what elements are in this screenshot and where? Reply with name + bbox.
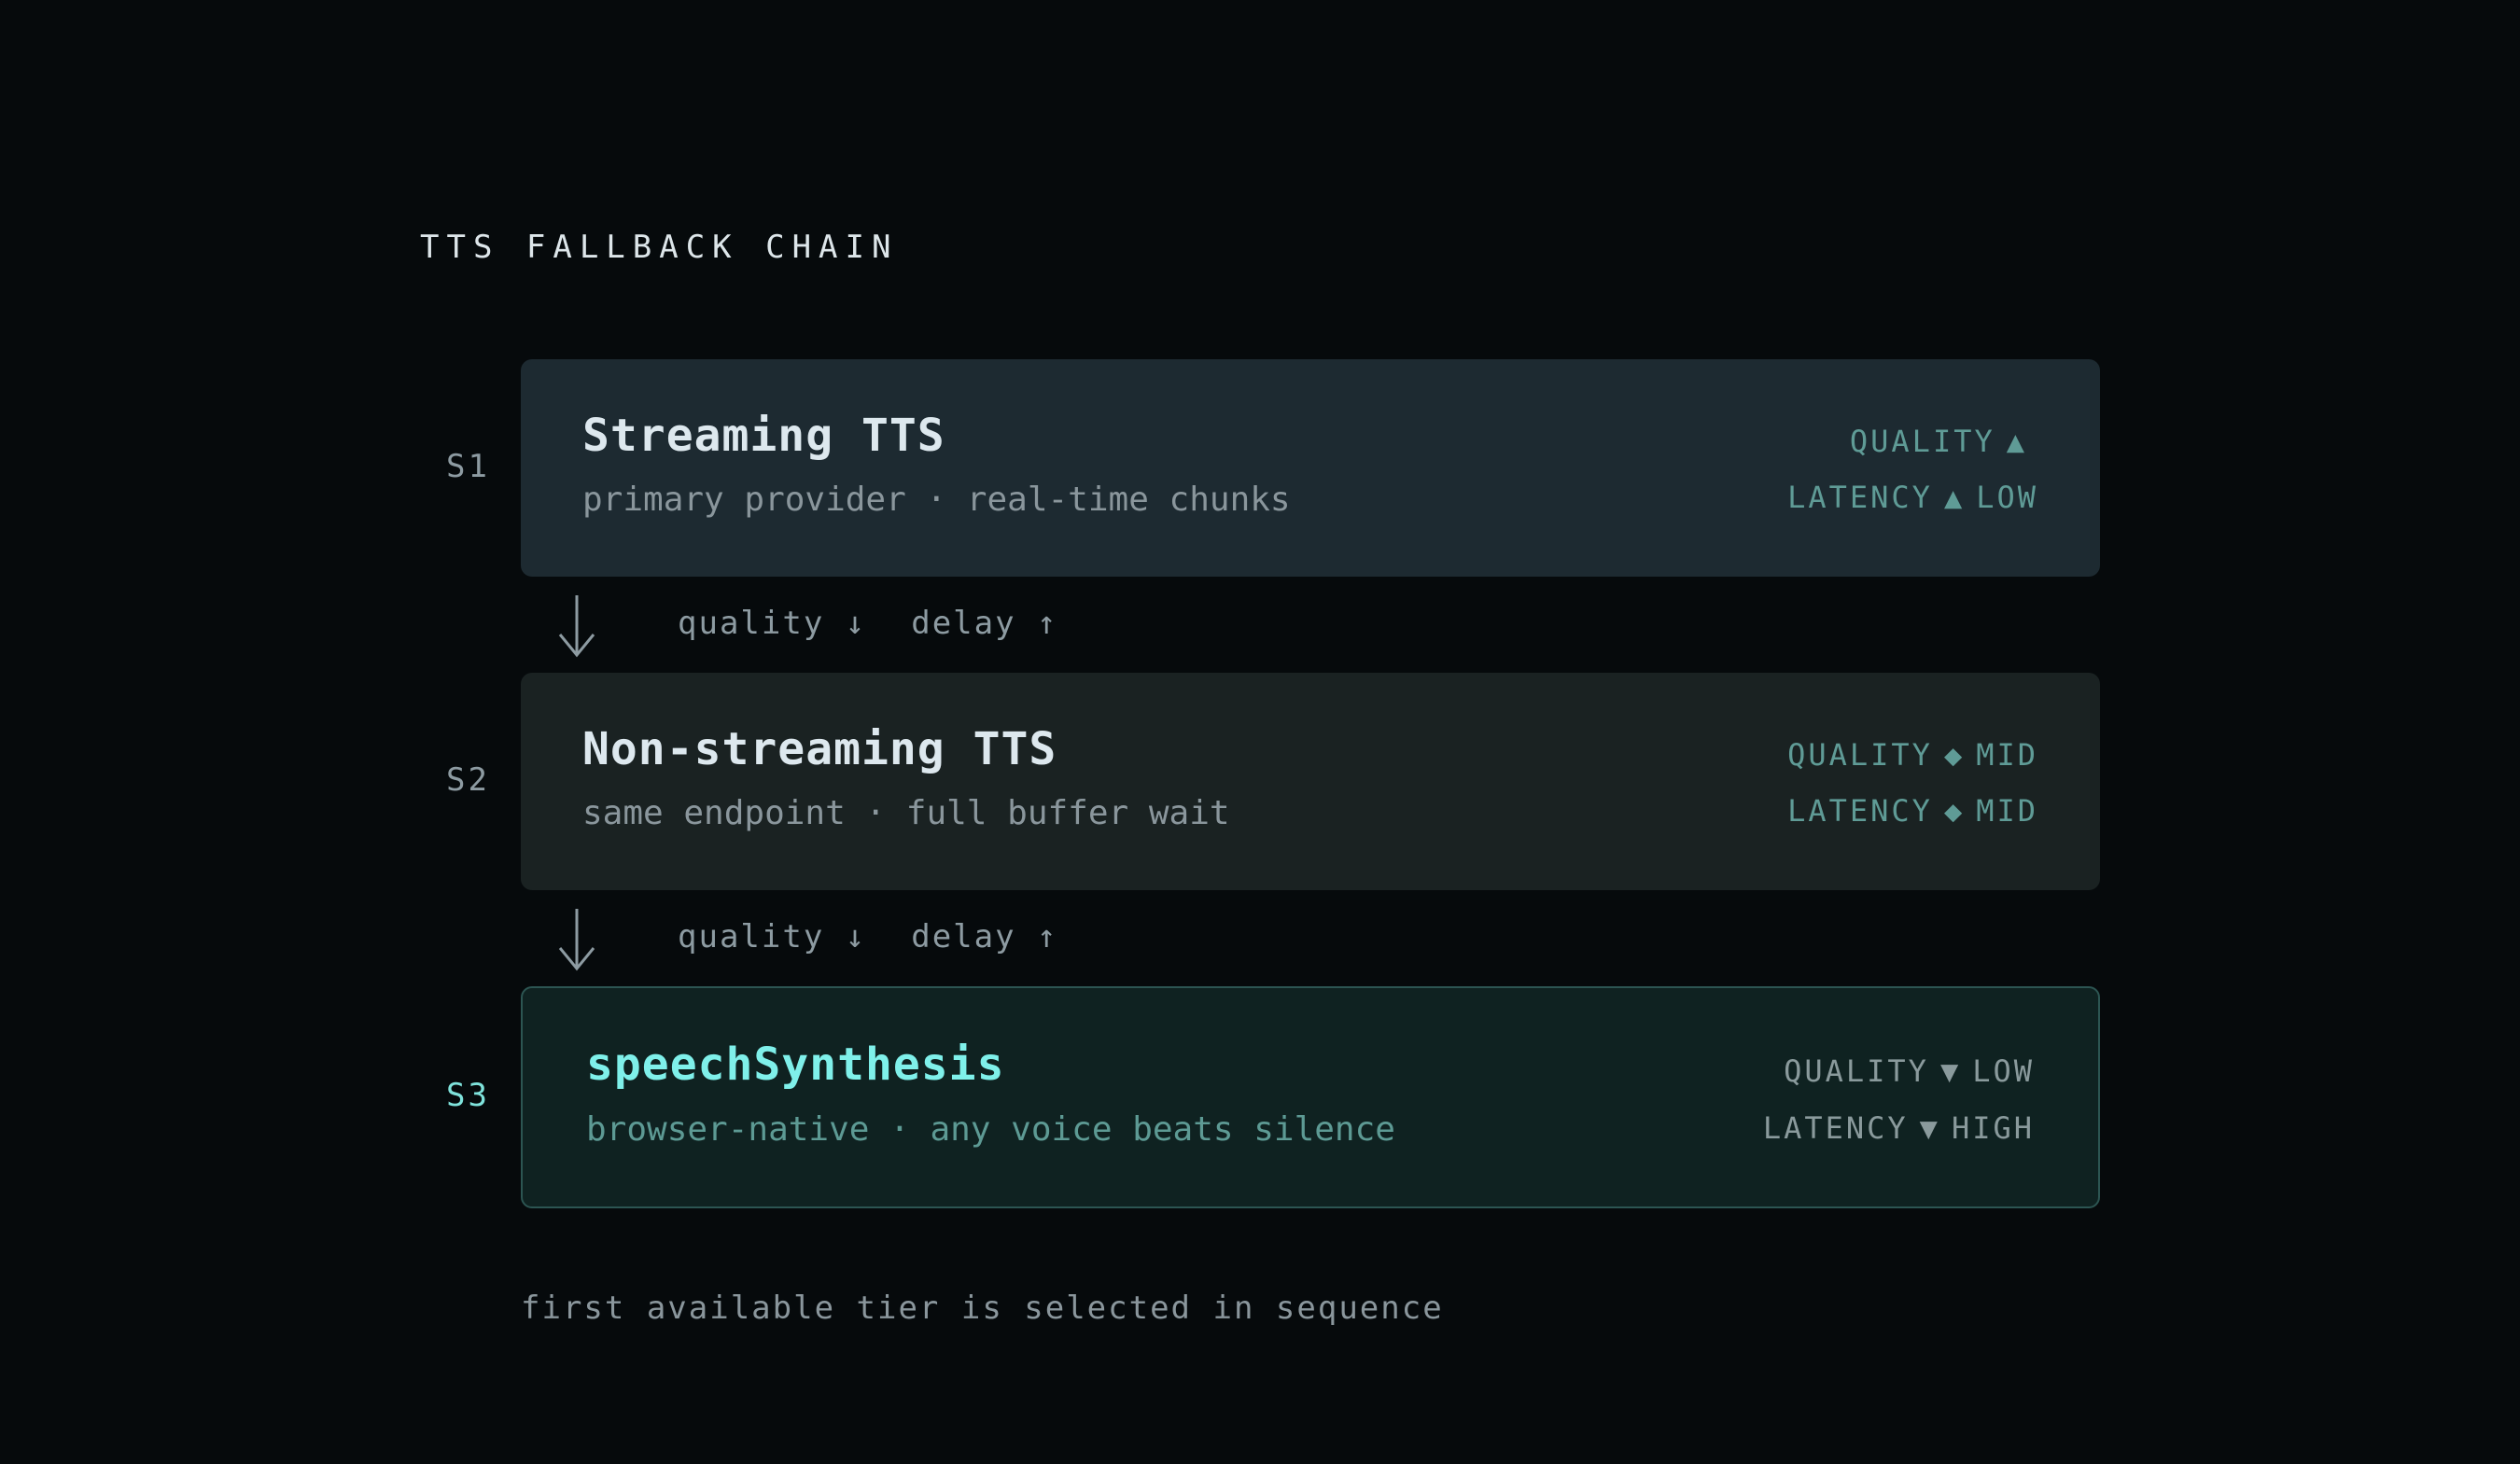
latency-metric: LATENCY ▲ LOW xyxy=(1787,479,2038,516)
transition-label-2: quality ↓ delay ↑ xyxy=(678,918,1058,955)
down-triangle-icon: ▼ xyxy=(1919,1110,1940,1146)
quality-metric: QUALITY ▲ xyxy=(1850,423,2038,460)
latency-value: LOW xyxy=(1976,480,2038,515)
quality-change: quality ↓ xyxy=(678,918,867,955)
quality-label: QUALITY xyxy=(1784,1053,1929,1089)
quality-metric: QUALITY ◆ MID xyxy=(1787,736,2038,774)
step-label-s3: S3 xyxy=(446,1077,490,1114)
latency-label: LATENCY xyxy=(1762,1110,1909,1146)
step-label-s2: S2 xyxy=(446,761,490,799)
latency-metric: LATENCY ◆ MID xyxy=(1787,792,2038,830)
tier-subtitle: primary provider · real-time chunks xyxy=(582,481,1291,519)
step-label-s1: S1 xyxy=(446,448,490,485)
latency-value: MID xyxy=(1976,793,2038,829)
up-triangle-icon: ▲ xyxy=(2006,424,2027,459)
latency-metric: LATENCY ▼ HIGH xyxy=(1763,1109,2035,1147)
quality-metric: QUALITY ▼ LOW xyxy=(1784,1053,2035,1090)
delay-change: delay ↑ xyxy=(911,605,1058,642)
tier-title: speechSynthesis xyxy=(586,1039,1005,1091)
up-triangle-icon: ▲ xyxy=(1943,480,1966,515)
quality-label: QUALITY xyxy=(1849,424,1995,459)
footer-note: first available tier is selected in sequ… xyxy=(521,1290,1444,1327)
diamond-icon: ◆ xyxy=(1943,793,1966,829)
down-triangle-icon: ▼ xyxy=(1939,1053,1962,1089)
tier-subtitle: same endpoint · full buffer wait xyxy=(582,794,1230,832)
latency-value: HIGH xyxy=(1951,1110,2035,1146)
diamond-icon: ◆ xyxy=(1943,737,1966,773)
diagram-canvas: TTS FALLBACK CHAIN S1 Streaming TTS prim… xyxy=(0,0,2520,1464)
tier-title: Non-streaming TTS xyxy=(582,723,1057,775)
quality-label: QUALITY xyxy=(1787,737,1933,773)
delay-change: delay ↑ xyxy=(911,918,1058,955)
tier-card-speech-synthesis: speechSynthesis browser-native · any voi… xyxy=(521,986,2100,1208)
quality-value: LOW xyxy=(1972,1053,2035,1089)
down-arrow-icon xyxy=(558,595,595,658)
tier-card-non-streaming: Non-streaming TTS same endpoint · full b… xyxy=(521,673,2100,890)
tier-card-streaming: Streaming TTS primary provider · real-ti… xyxy=(521,359,2100,577)
down-arrow-icon xyxy=(558,909,595,971)
latency-label: LATENCY xyxy=(1787,793,1933,829)
transition-label-1: quality ↓ delay ↑ xyxy=(678,605,1058,642)
quality-value: MID xyxy=(1976,737,2038,773)
diagram-title: TTS FALLBACK CHAIN xyxy=(420,229,899,266)
tier-title: Streaming TTS xyxy=(582,410,945,462)
quality-change: quality ↓ xyxy=(678,605,867,642)
latency-label: LATENCY xyxy=(1787,480,1933,515)
tier-subtitle: browser-native · any voice beats silence xyxy=(586,1110,1395,1149)
